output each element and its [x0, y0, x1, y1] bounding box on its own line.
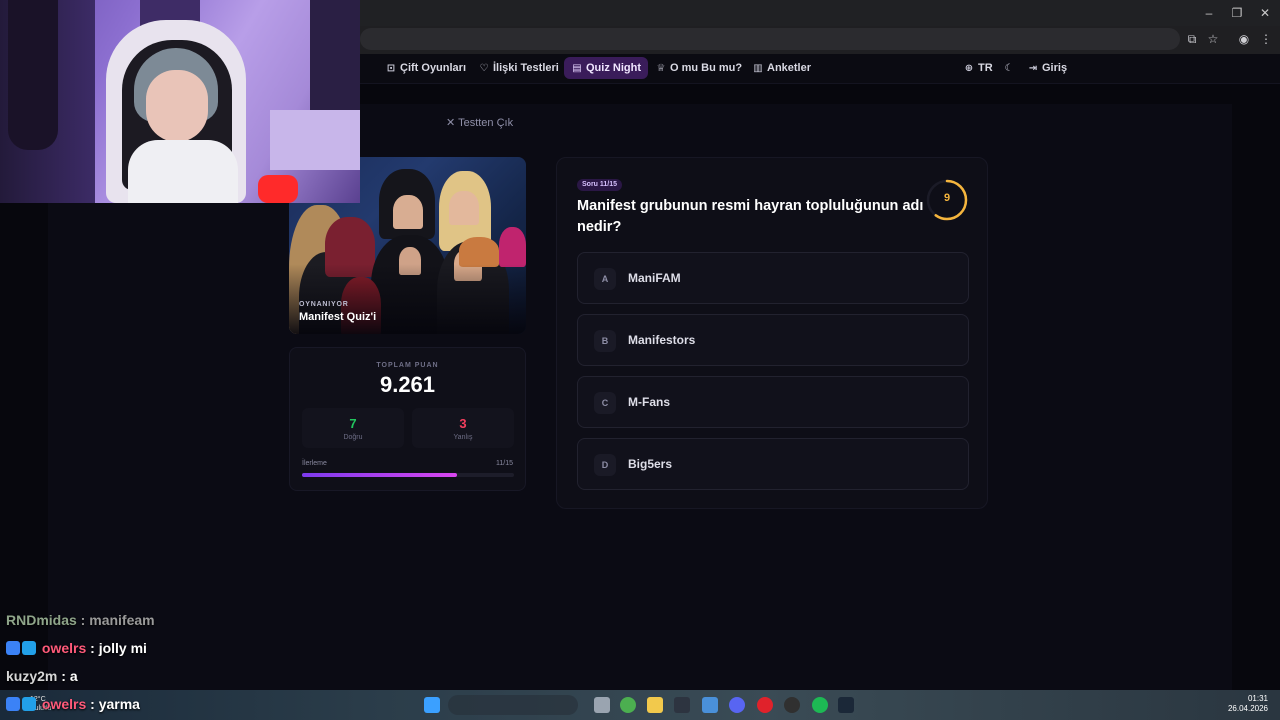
option-letter: B	[594, 330, 616, 352]
webcam-overlay	[0, 0, 360, 203]
answer-option-c[interactable]: C M-Fans	[577, 376, 969, 428]
nav-item-quiz-night[interactable]: ▤ Quiz Night	[564, 57, 648, 79]
quiz-title: Manifest Quiz'i	[299, 311, 377, 323]
quiz-icon: ▤	[572, 63, 582, 74]
chat-text: manifeam	[89, 612, 155, 628]
option-text: ManiFAM	[628, 271, 681, 285]
badge-icon	[6, 697, 20, 711]
obs-icon[interactable]	[784, 697, 800, 713]
option-text: Manifestors	[628, 333, 696, 347]
start-icon[interactable]	[424, 697, 440, 713]
badge-icon	[22, 697, 36, 711]
discord-icon[interactable]	[729, 697, 745, 713]
correct-count: 7	[349, 416, 357, 431]
minimize-button[interactable]: –	[1196, 4, 1222, 22]
correct-stat: 7 Doğru	[302, 408, 404, 448]
chat-username: owelrs	[41, 640, 87, 656]
steam-icon[interactable]	[838, 697, 854, 713]
close-icon: ✕	[446, 117, 456, 129]
profile-icon[interactable]: ◉	[1236, 31, 1252, 47]
chat-message: kuzy2m : a	[6, 668, 78, 684]
install-app-icon[interactable]: ⧉	[1184, 31, 1200, 47]
chat-username: RNDmidas	[6, 612, 77, 628]
score-value: 9.261	[379, 372, 436, 397]
system-clock[interactable]: 01:31 26.04.2026	[1228, 694, 1268, 714]
option-letter: C	[594, 392, 616, 414]
option-letter: D	[594, 454, 616, 476]
browser-menu-icon[interactable]: ⋮	[1258, 31, 1274, 47]
nav-item-o-mu-bu-mu[interactable]: ♕ O mu Bu mu?	[648, 57, 749, 79]
answer-option-b[interactable]: B Manifestors	[577, 314, 969, 366]
close-window-button[interactable]: ✕	[1252, 4, 1278, 22]
task-view-icon[interactable]	[594, 697, 610, 713]
login-icon: ⇥	[1028, 63, 1038, 74]
question-text: Manifest grubunun resmi hayran topluluğu…	[577, 198, 924, 235]
progress-count: 11/15	[496, 460, 513, 467]
score-card: TOPLAM PUAN 9.261 7 Doğru 3 Yanlış İlerl…	[289, 347, 526, 491]
question-card: Soru 11/15 Manifest grubunun resmi hayra…	[556, 157, 988, 509]
badge-icon	[6, 641, 20, 655]
nav-item-cift-oyunlari[interactable]: ⊡ Çift Oyunları	[378, 57, 473, 79]
moon-icon: ☾	[1004, 63, 1014, 74]
exit-quiz-link[interactable]: ✕ Testten Çık	[446, 116, 513, 129]
trophy-icon: ♕	[656, 63, 666, 74]
login-button[interactable]: ⇥ Giriş	[1020, 57, 1074, 79]
option-text: Big5ers	[628, 457, 673, 471]
wrong-count: 3	[459, 416, 467, 431]
nav-item-iliski-testleri[interactable]: ♡ İlişki Testleri	[471, 57, 566, 79]
option-text: M-Fans	[628, 395, 670, 409]
chart-icon: ▥	[753, 63, 763, 74]
countdown-timer-value: 9	[943, 192, 951, 204]
file-explorer-icon[interactable]	[647, 697, 663, 713]
question-number-badge: Soru 11/15	[577, 179, 623, 191]
chat-message: owelrs : jolly mi	[6, 640, 147, 656]
chrome-icon[interactable]	[620, 697, 636, 713]
score-label: TOPLAM PUAN	[376, 362, 439, 369]
taskbar-search[interactable]	[448, 695, 578, 715]
chat-message: RNDmidas : manifeam	[6, 612, 155, 628]
correct-label: Doğru	[343, 434, 363, 441]
maximize-button[interactable]: ❐	[1224, 4, 1250, 22]
terminal-icon[interactable]	[674, 697, 690, 713]
wrong-stat: 3 Yanlış	[412, 408, 514, 448]
progress-bar	[302, 473, 514, 477]
wrong-label: Yanlış	[453, 434, 473, 441]
playing-label: OYNANIYOR	[299, 301, 349, 308]
address-bar[interactable]	[360, 28, 1180, 50]
answer-option-a[interactable]: A ManiFAM	[577, 252, 969, 304]
progress-label: İlerleme	[302, 460, 327, 467]
opera-icon[interactable]	[757, 697, 773, 713]
bookmark-star-icon[interactable]: ☆	[1205, 31, 1221, 47]
chat-text: jolly mi	[98, 640, 147, 656]
chat-text: yarma	[98, 696, 140, 712]
progress-bar-fill	[302, 473, 458, 477]
chat-username: owelrs	[41, 696, 87, 712]
chat-text: a	[69, 668, 78, 684]
chat-message: owelrs : yarma	[6, 696, 140, 712]
gamepad-icon: ⊡	[386, 63, 396, 74]
vscode-icon[interactable]	[702, 697, 718, 713]
heart-icon: ♡	[479, 63, 489, 74]
option-letter: A	[594, 268, 616, 290]
windows-taskbar: 12°C Bulutlu 01:31 26.04.2026	[0, 690, 1280, 720]
chat-username: kuzy2m	[6, 668, 58, 684]
globe-icon: ⊕	[964, 63, 974, 74]
language-button[interactable]: ⊕ TR	[956, 57, 1000, 79]
spotify-icon[interactable]	[812, 697, 828, 713]
nav-item-anketler[interactable]: ▥ Anketler	[745, 57, 818, 79]
answer-option-d[interactable]: D Big5ers	[577, 438, 969, 490]
badge-icon	[22, 641, 36, 655]
